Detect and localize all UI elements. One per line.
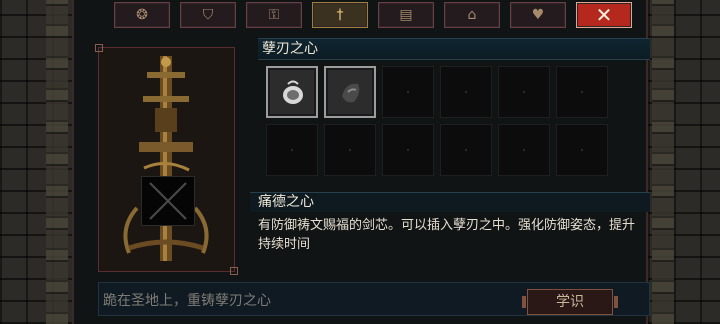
heart-slot-2[interactable] bbox=[324, 66, 376, 118]
tab-book[interactable]: ▤ bbox=[378, 2, 434, 28]
empty-x-icon bbox=[149, 182, 187, 220]
right-pillar bbox=[652, 0, 674, 324]
tab-hearts[interactable]: ♥ bbox=[510, 2, 566, 28]
right-wall bbox=[648, 0, 720, 324]
sword-heart-artwork bbox=[123, 56, 209, 261]
coins-icon: ❂ bbox=[136, 7, 148, 23]
heart-slot-3[interactable] bbox=[382, 66, 434, 118]
bottom-bar: 跪在圣地上，重铸孽刃之心 学识 bbox=[98, 282, 650, 316]
tear-pouch-icon bbox=[283, 80, 303, 104]
tab-bar: ❂ ⛉ ⚿ † ▤ ⌂ ♥ ✕ bbox=[114, 2, 654, 30]
left-wall bbox=[0, 0, 72, 324]
heart-slot-12[interactable] bbox=[556, 124, 608, 176]
tab-key[interactable]: ⚿ bbox=[246, 2, 302, 28]
sword-icon: † bbox=[336, 7, 344, 23]
dark-heart-icon bbox=[342, 83, 360, 103]
heart-slot-6[interactable] bbox=[556, 66, 608, 118]
lore-button[interactable]: 学识 bbox=[522, 289, 618, 315]
tab-sword[interactable]: † bbox=[312, 2, 368, 28]
altar-icon: ⌂ bbox=[467, 7, 477, 23]
book-icon: ▤ bbox=[399, 7, 413, 23]
tab-helmet[interactable]: ⛉ bbox=[180, 2, 236, 28]
key-icon: ⚿ bbox=[268, 7, 280, 23]
inventory-panel: ❂ ⛉ ⚿ † ▤ ⌂ ♥ ✕ 孽刃之心 痛德之心 有防御祷文赐福的剑芯。可以插… bbox=[72, 0, 650, 324]
heart-slot-1[interactable] bbox=[266, 66, 318, 118]
grid-title: 孽刃之心 bbox=[258, 38, 650, 60]
close-button[interactable]: ✕ bbox=[576, 2, 632, 28]
hearts-icon: ♥ bbox=[531, 7, 545, 23]
hint-text: 跪在圣地上，重铸孽刃之心 bbox=[103, 293, 271, 309]
left-pillar bbox=[46, 0, 68, 324]
sword-preview-frame bbox=[95, 44, 238, 275]
tab-altar[interactable]: ⌂ bbox=[444, 2, 500, 28]
heart-slot-4[interactable] bbox=[440, 66, 492, 118]
close-icon: ✕ bbox=[595, 3, 613, 27]
heart-slot-9[interactable] bbox=[382, 124, 434, 176]
helmet-icon: ⛉ bbox=[202, 7, 214, 23]
heart-slot-10[interactable] bbox=[440, 124, 492, 176]
item-name: 痛德之心 bbox=[250, 192, 650, 212]
empty-socket-slot[interactable] bbox=[141, 176, 195, 226]
heart-slot-7[interactable] bbox=[266, 124, 318, 176]
heart-slot-8[interactable] bbox=[324, 124, 376, 176]
heart-slot-11[interactable] bbox=[498, 124, 550, 176]
heart-grid bbox=[266, 66, 608, 176]
tab-coins[interactable]: ❂ bbox=[114, 2, 170, 28]
item-description: 有防御祷文赐福的剑芯。可以插入孽刃之中。强化防御姿态，提升持续时间 bbox=[258, 218, 636, 252]
heart-slot-5[interactable] bbox=[498, 66, 550, 118]
